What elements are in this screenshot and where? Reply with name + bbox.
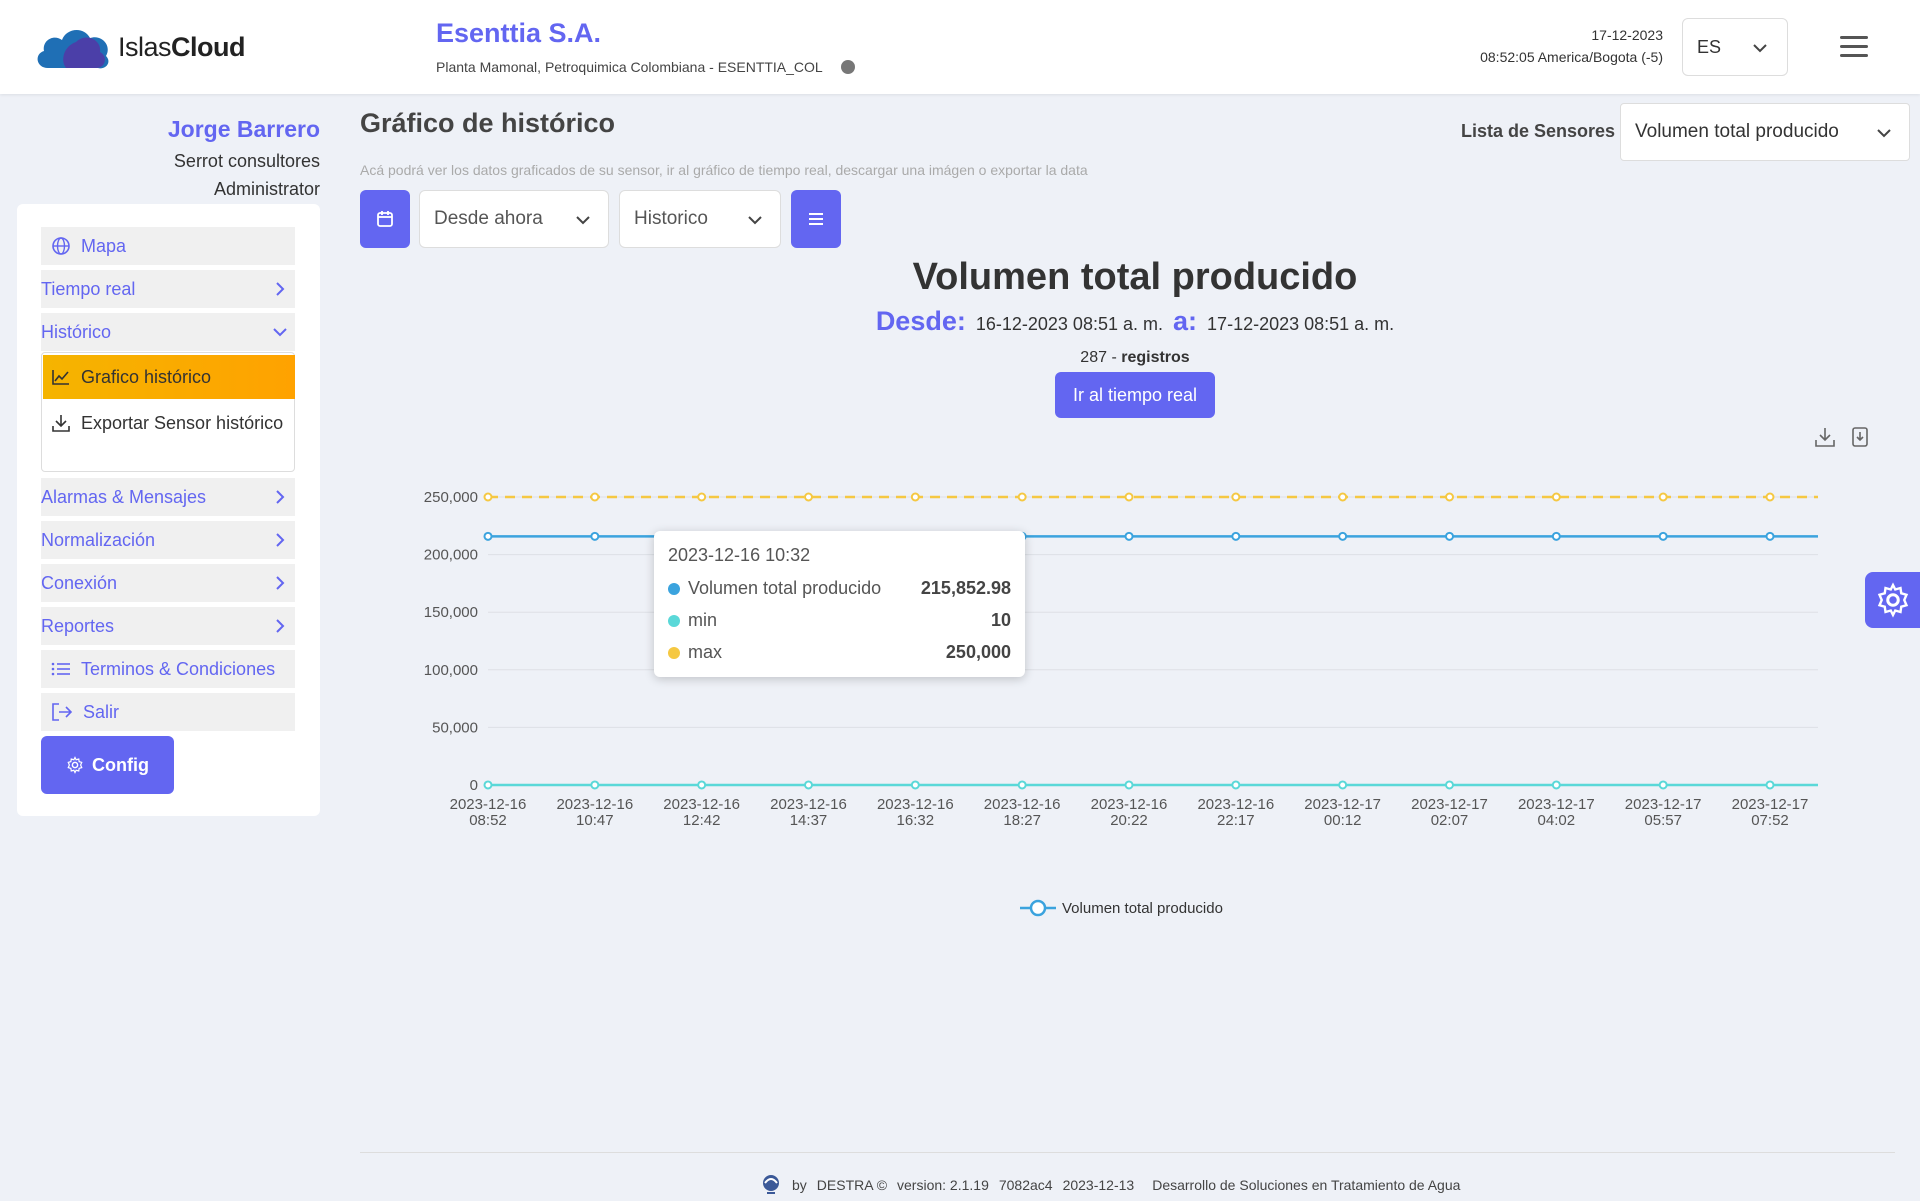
data-point bbox=[590, 780, 600, 790]
x-tick-label: 18:27 bbox=[1003, 812, 1041, 829]
series-dot bbox=[668, 614, 680, 627]
series-dot bbox=[668, 646, 680, 659]
y-tick-label: 0 bbox=[470, 777, 478, 794]
data-point bbox=[1338, 492, 1348, 502]
x-tick-label: 12:42 bbox=[683, 812, 721, 829]
x-tick-label: 20:22 bbox=[1110, 812, 1148, 829]
destra-logo-icon bbox=[763, 1175, 779, 1194]
x-tick-label: 2023-12-17 bbox=[1518, 796, 1595, 813]
x-tick-label: 2023-12-16 bbox=[770, 796, 847, 813]
x-tick-label: 05:57 bbox=[1644, 812, 1682, 829]
data-point bbox=[1658, 531, 1668, 541]
data-point bbox=[1231, 492, 1241, 502]
data-point bbox=[483, 492, 493, 502]
x-tick-label: 02:07 bbox=[1431, 812, 1469, 829]
x-tick-label: 2023-12-16 bbox=[984, 796, 1061, 813]
data-point bbox=[1551, 780, 1561, 790]
data-point bbox=[590, 531, 600, 541]
data-point bbox=[1124, 531, 1134, 541]
data-point bbox=[1017, 492, 1027, 502]
x-tick-label: 2023-12-16 bbox=[450, 796, 527, 813]
x-tick-label: 2023-12-16 bbox=[663, 796, 740, 813]
legend-label: Volumen total producido bbox=[1062, 899, 1223, 917]
data-point bbox=[1765, 780, 1775, 790]
data-point bbox=[1231, 531, 1241, 541]
data-point bbox=[1765, 531, 1775, 541]
x-tick-label: 2023-12-17 bbox=[1411, 796, 1488, 813]
data-point bbox=[1124, 780, 1134, 790]
data-point bbox=[804, 780, 813, 790]
data-point bbox=[1338, 780, 1348, 790]
x-tick-label: 2023-12-16 bbox=[877, 796, 954, 813]
x-tick-label: 2023-12-16 bbox=[1091, 796, 1168, 813]
data-point bbox=[1765, 492, 1775, 502]
data-point bbox=[1445, 780, 1454, 790]
y-tick-label: 200,000 bbox=[424, 547, 478, 564]
x-tick-label: 2023-12-16 bbox=[1197, 796, 1274, 813]
x-tick-label: 07:52 bbox=[1751, 812, 1789, 829]
y-tick-label: 100,000 bbox=[424, 662, 478, 679]
x-tick-label: 2023-12-17 bbox=[1732, 796, 1809, 813]
x-tick-label: 08:52 bbox=[469, 812, 507, 829]
data-point bbox=[1551, 492, 1561, 502]
y-tick-label: 250,000 bbox=[424, 489, 478, 506]
data-point bbox=[1017, 780, 1027, 790]
tooltip-title: 2023-12-16 10:32 bbox=[668, 545, 811, 565]
x-tick-label: 16:32 bbox=[897, 812, 935, 829]
tooltip-row: Volumen total producido 215,852.98 bbox=[668, 578, 1011, 599]
chart-tooltip: 2023-12-16 10:32 Volumen total producido… bbox=[654, 531, 1025, 677]
chart-legend[interactable]: Volumen total producido bbox=[1020, 898, 1223, 918]
data-point bbox=[483, 780, 493, 790]
data-point bbox=[1445, 492, 1454, 502]
legend-line-marker bbox=[1020, 899, 1056, 917]
x-tick-label: 00:12 bbox=[1324, 812, 1362, 829]
data-point bbox=[697, 492, 707, 502]
data-point bbox=[590, 492, 600, 502]
data-point bbox=[1658, 492, 1668, 502]
x-tick-label: 2023-12-17 bbox=[1304, 796, 1381, 813]
x-tick-label: 10:47 bbox=[576, 812, 614, 829]
x-tick-label: 22:17 bbox=[1217, 812, 1255, 829]
data-point bbox=[1445, 531, 1454, 541]
data-point bbox=[1124, 492, 1134, 502]
data-point bbox=[1658, 780, 1668, 790]
data-point bbox=[910, 780, 920, 790]
data-point bbox=[1338, 531, 1348, 541]
y-tick-label: 150,000 bbox=[424, 604, 478, 621]
data-point bbox=[1551, 531, 1561, 541]
footer: by DESTRA © version: 2.1.19 7082ac4 2023… bbox=[760, 1173, 1460, 1197]
data-point bbox=[804, 492, 813, 502]
tooltip-row: min 10 bbox=[668, 610, 1011, 631]
data-point bbox=[1231, 780, 1241, 790]
tooltip-row: max 250,000 bbox=[668, 642, 1011, 663]
series-dot bbox=[668, 582, 680, 595]
x-tick-label: 2023-12-17 bbox=[1625, 796, 1702, 813]
x-tick-label: 14:37 bbox=[790, 812, 828, 829]
data-point bbox=[697, 780, 707, 790]
y-tick-label: 50,000 bbox=[432, 719, 478, 736]
data-point bbox=[910, 492, 920, 502]
data-point bbox=[483, 531, 493, 541]
footer-divider bbox=[360, 1152, 1895, 1153]
x-tick-label: 04:02 bbox=[1538, 812, 1576, 829]
x-tick-label: 2023-12-16 bbox=[556, 796, 633, 813]
